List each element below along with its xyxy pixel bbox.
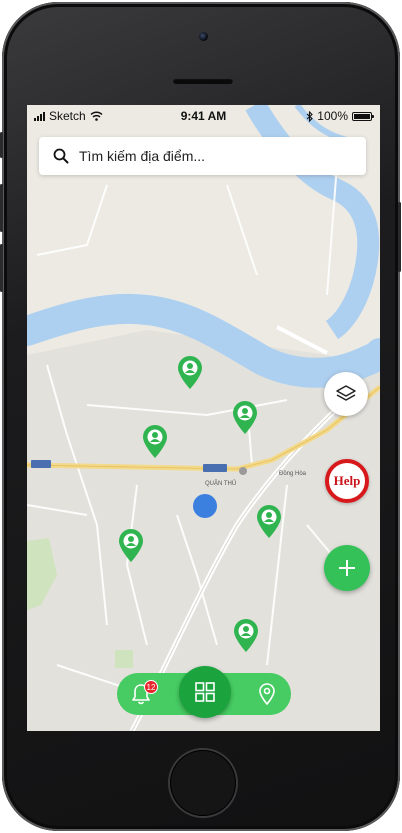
grid-icon	[195, 682, 215, 702]
search-bar[interactable]	[39, 137, 366, 175]
status-right: 100%	[306, 109, 374, 123]
help-button[interactable]: Help	[325, 459, 369, 503]
mute-switch	[0, 132, 3, 158]
battery-level	[354, 113, 370, 119]
person-pin-icon[interactable]	[118, 529, 144, 563]
map-view[interactable]: QUẬN THỦ Đồng Hòa	[27, 105, 380, 731]
map-label-area: Đồng Hòa	[279, 471, 307, 477]
phone-frame: QUẬN THỦ Đồng Hòa Sketch 9:41 AM 100% Tì…	[0, 2, 401, 831]
status-bar: Sketch 9:41 AM 100%	[27, 105, 380, 127]
volume-up-button	[0, 184, 3, 232]
person-pin-icon[interactable]	[177, 356, 203, 390]
person-pin-icon[interactable]	[232, 401, 258, 435]
grid-button[interactable]	[179, 666, 231, 718]
person-pin-icon[interactable]	[233, 619, 259, 653]
notification-badge: 12	[144, 680, 158, 694]
battery-percent: 100%	[317, 109, 348, 123]
search-icon	[53, 148, 69, 164]
battery-icon	[352, 111, 374, 121]
plus-icon	[339, 560, 355, 576]
map-label-district: QUẬN THỦ	[205, 480, 236, 487]
search-input[interactable]	[77, 147, 351, 165]
layers-button[interactable]	[324, 372, 368, 416]
front-camera-icon	[199, 32, 208, 41]
add-button[interactable]	[324, 545, 370, 591]
bottom-nav: 12	[117, 666, 291, 718]
bluetooth-icon	[306, 110, 314, 122]
earpiece-speaker	[173, 78, 233, 84]
screen: QUẬN THỦ Đồng Hòa Sketch 9:41 AM 100% Tì…	[27, 105, 380, 731]
volume-down-button	[0, 244, 3, 292]
power-button	[398, 202, 401, 272]
my-location-icon[interactable]	[193, 494, 217, 518]
person-pin-icon[interactable]	[142, 425, 168, 459]
person-pin-icon[interactable]	[256, 505, 282, 539]
help-label: Help	[333, 473, 361, 488]
location-pin-icon[interactable]	[256, 682, 278, 706]
home-button[interactable]	[170, 750, 236, 816]
layers-icon	[336, 385, 356, 401]
